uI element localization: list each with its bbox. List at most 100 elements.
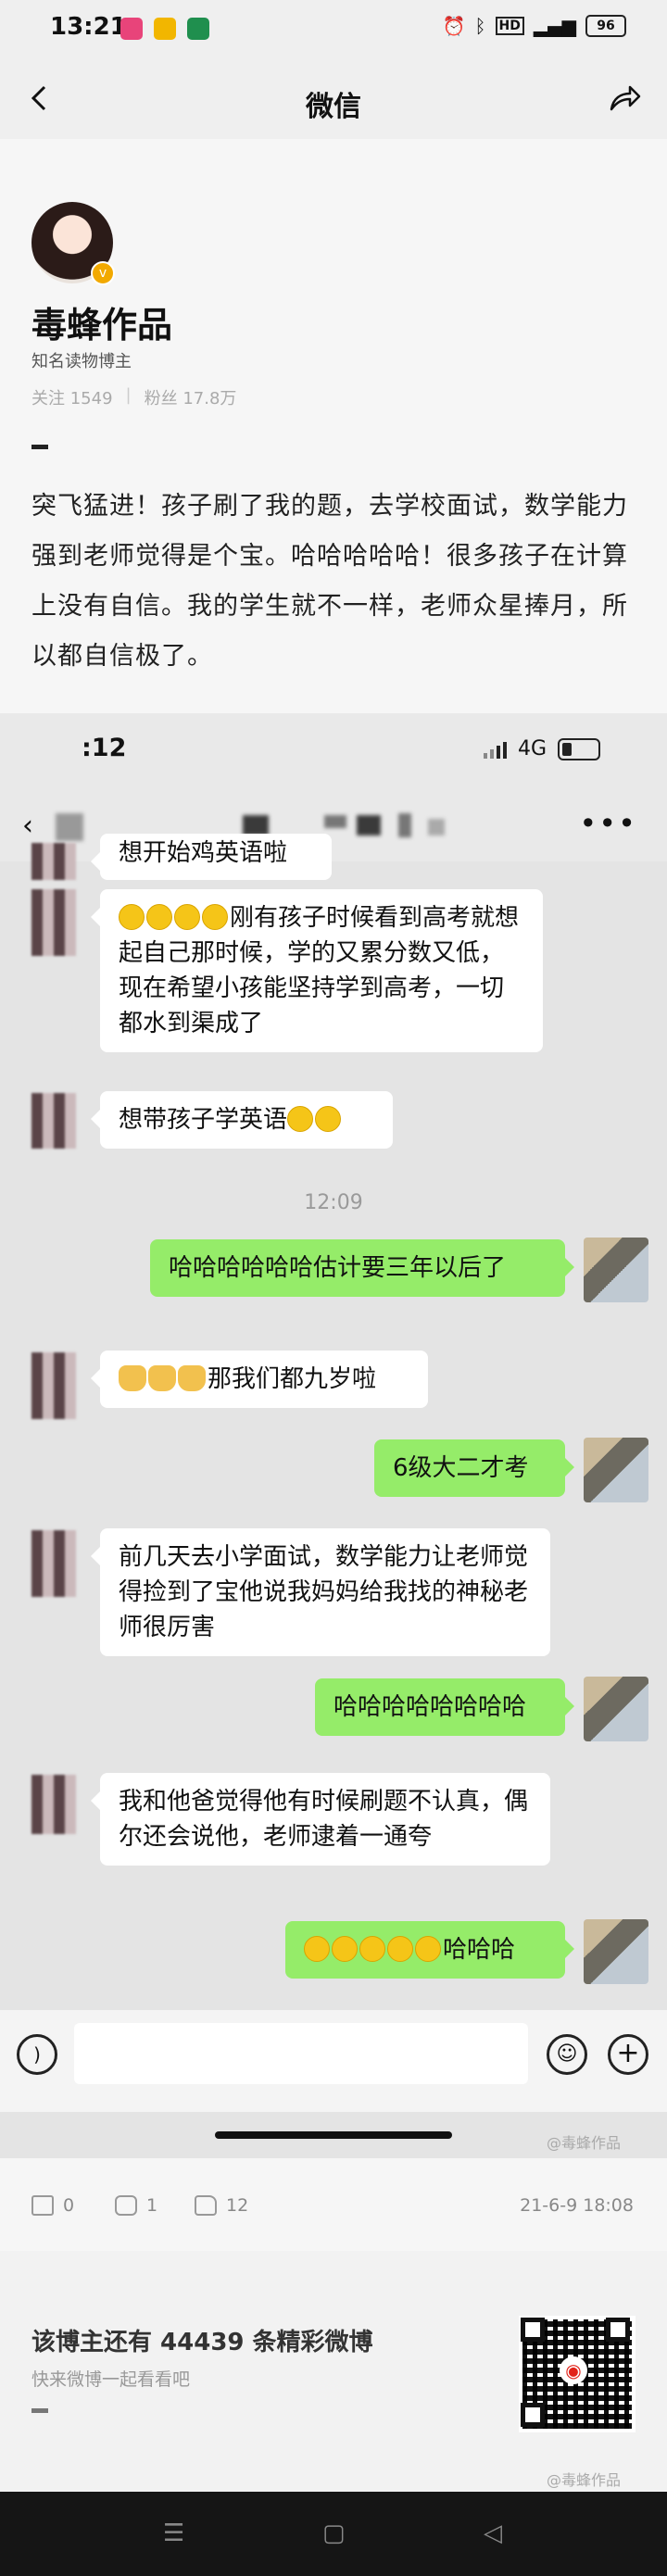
nav-bar: 微信 <box>0 59 667 139</box>
inner-time: :12 <box>82 734 127 762</box>
footer-promo: 该博主还有 44439 条精彩微博 快来微博一起看看吧 ◉ @毒蜂作品 <box>0 2251 667 2492</box>
post-card: v 毒蜂作品 知名读物博主 关注 1549 | 粉丝 17.8万 突飞猛进！孩子… <box>0 139 667 713</box>
emoji-icon[interactable]: ☺ <box>547 2034 587 2075</box>
message-input[interactable] <box>74 2023 528 2084</box>
more-icon[interactable]: ••• <box>579 806 637 841</box>
status-bar: 13:21 ⏰ ᛒ HD ▂▄▆ 96 <box>0 0 667 59</box>
footer-title: 该博主还有 44439 条精彩微博 <box>31 2329 373 2356</box>
message-bubble[interactable]: 哈哈哈哈哈哈估计要三年以后了 <box>150 1239 574 1297</box>
grin-emoji-icon <box>146 904 172 930</box>
thinking-emoji-icon <box>387 1936 413 1962</box>
message-bubble[interactable]: 我和他爸觉得他有时候刷题不认真，偶尔还会说他，老师逮着一通夸 <box>91 1773 550 1866</box>
watermark: @毒蜂作品 <box>547 2134 622 2152</box>
home-indicator <box>215 2131 452 2139</box>
post-date: 21-6-9 18:08 <box>520 2195 634 2216</box>
menu-icon[interactable]: ☰ <box>163 2519 184 2547</box>
timestamp-divider: 12:09 <box>304 1191 363 1214</box>
qr-corner <box>606 2318 630 2342</box>
inner-status-icons: 4G <box>483 737 600 760</box>
verified-badge-icon: v <box>91 261 115 285</box>
weibo-logo-icon: ◉ <box>560 2356 587 2384</box>
back-icon[interactable]: ‹ <box>22 810 33 842</box>
thinking-emoji-icon <box>415 1936 441 1962</box>
my-avatar[interactable] <box>584 1238 648 1302</box>
comment-button[interactable]: 1 <box>115 2195 157 2216</box>
network-label: HD <box>495 17 524 35</box>
plus-icon[interactable]: + <box>608 2034 648 2075</box>
contact-avatar[interactable] <box>31 1530 76 1597</box>
comment-icon <box>115 2195 137 2216</box>
repost-button[interactable]: 0 <box>31 2195 74 2216</box>
message-text: 6级大二才考 <box>393 1454 529 1482</box>
message-text: 那我们都九岁啦 <box>208 1365 377 1393</box>
message-text: 哈哈哈哈哈哈哈哈 <box>334 1693 527 1721</box>
like-button[interactable]: 12 <box>195 2195 248 2216</box>
message-text: 哈哈哈哈哈哈估计要三年以后了 <box>169 1254 507 1282</box>
dash-divider <box>31 445 48 449</box>
status-icons: ⏰ ᛒ HD ▂▄▆ 96 <box>443 15 626 37</box>
redacted-contact-name <box>56 813 83 841</box>
cat-emoji-icon <box>178 1365 206 1391</box>
qr-corner <box>521 2318 545 2342</box>
author-description: 知名读物博主 <box>31 352 132 371</box>
thinking-emoji-icon <box>174 904 200 930</box>
message-bubble[interactable]: 想开始鸡英语啦 <box>91 834 332 880</box>
message-text: 我和他爸觉得他有时候刷题不认真，偶尔还会说他，老师逮着一通夸 <box>119 1788 529 1851</box>
notification-app-icon <box>154 18 176 40</box>
contact-avatar[interactable] <box>31 843 76 880</box>
post-text: 突飞猛进！孩子刷了我的题，去学校面试，数学能力强到老师觉得是个宝。哈哈哈哈哈！很… <box>31 492 628 671</box>
smile-emoji-icon <box>287 1106 314 1132</box>
grin-emoji-icon <box>119 904 145 930</box>
following-count[interactable]: 关注 1549 <box>31 385 113 409</box>
redacted-contact-name <box>324 815 346 828</box>
author-stats: 关注 1549 | 粉丝 17.8万 <box>31 385 237 409</box>
signal-icon <box>483 740 507 759</box>
share-icon[interactable] <box>606 80 643 117</box>
my-avatar[interactable] <box>584 1919 648 1984</box>
thinking-emoji-icon <box>202 904 228 930</box>
contact-avatar[interactable] <box>31 1775 76 1834</box>
message-bubble[interactable]: 刚有孩子时候看到高考就想起自己那时候，学的又累分数又低，现在希望小孩能坚持学到高… <box>91 889 543 1052</box>
status-time: 13:21 <box>50 13 127 41</box>
message-text: 想带孩子学英语 <box>119 1106 288 1134</box>
voice-icon[interactable]: ) <box>17 2034 57 2075</box>
thinking-emoji-icon <box>304 1936 330 1962</box>
message-bubble[interactable]: 想带孩子学英语 <box>91 1091 393 1149</box>
battery-icon: 96 <box>585 15 626 37</box>
chat-input-bar: ) ☺ + <box>0 2010 667 2112</box>
back-triangle-icon[interactable]: ◁ <box>484 2519 502 2547</box>
network-type: 4G <box>517 737 547 760</box>
contact-avatar[interactable] <box>31 1093 76 1149</box>
contact-avatar[interactable] <box>31 889 76 956</box>
message-bubble[interactable]: 哈哈哈 <box>285 1921 574 1979</box>
nav-title: 微信 <box>306 91 361 123</box>
post-actions: 0 1 12 21-6-9 18:08 <box>0 2158 667 2251</box>
contact-avatar[interactable] <box>31 1352 76 1419</box>
message-bubble[interactable]: 6级大二才考 <box>374 1439 574 1497</box>
like-icon <box>195 2195 217 2216</box>
message-bubble[interactable]: 那我们都九岁啦 <box>91 1351 428 1408</box>
bluetooth-icon: ᛒ <box>474 15 486 37</box>
cat-emoji-icon <box>148 1365 176 1391</box>
notification-app-icon <box>120 18 143 40</box>
my-avatar[interactable] <box>584 1438 648 1502</box>
thinking-emoji-icon <box>332 1936 358 1962</box>
home-icon[interactable]: ▢ <box>322 2519 346 2547</box>
message-bubble[interactable]: 哈哈哈哈哈哈哈哈 <box>315 1678 574 1736</box>
dash-divider <box>31 2408 48 2413</box>
author-name[interactable]: 毒蜂作品 <box>31 296 172 347</box>
system-nav-bar: ☰ ▢ ◁ <box>0 2492 667 2576</box>
redacted-contact-name <box>357 815 381 836</box>
qr-corner <box>521 2403 545 2427</box>
my-avatar[interactable] <box>584 1677 648 1741</box>
watermark: @毒蜂作品 <box>547 2471 622 2489</box>
battery-icon <box>558 737 600 760</box>
battery-level: 96 <box>597 19 615 33</box>
followers-count[interactable]: 粉丝 17.8万 <box>145 385 237 409</box>
smile-emoji-icon <box>315 1106 342 1132</box>
signal-icon: ▂▄▆ <box>533 15 576 37</box>
embedded-chat-screenshot: :12 4G ‹ ••• 想开始鸡英语啦 刚有孩子时候看到高考就想起自己那时候，… <box>0 713 667 2158</box>
chat-area: 想开始鸡英语啦 刚有孩子时候看到高考就想起自己那时候，学的又累分数又低，现在希望… <box>0 834 667 2010</box>
alarm-icon: ⏰ <box>442 15 466 37</box>
message-bubble[interactable]: 前几天去小学面试，数学能力让老师觉得捡到了宝他说我妈妈给我找的神秘老师很厉害 <box>91 1528 550 1656</box>
